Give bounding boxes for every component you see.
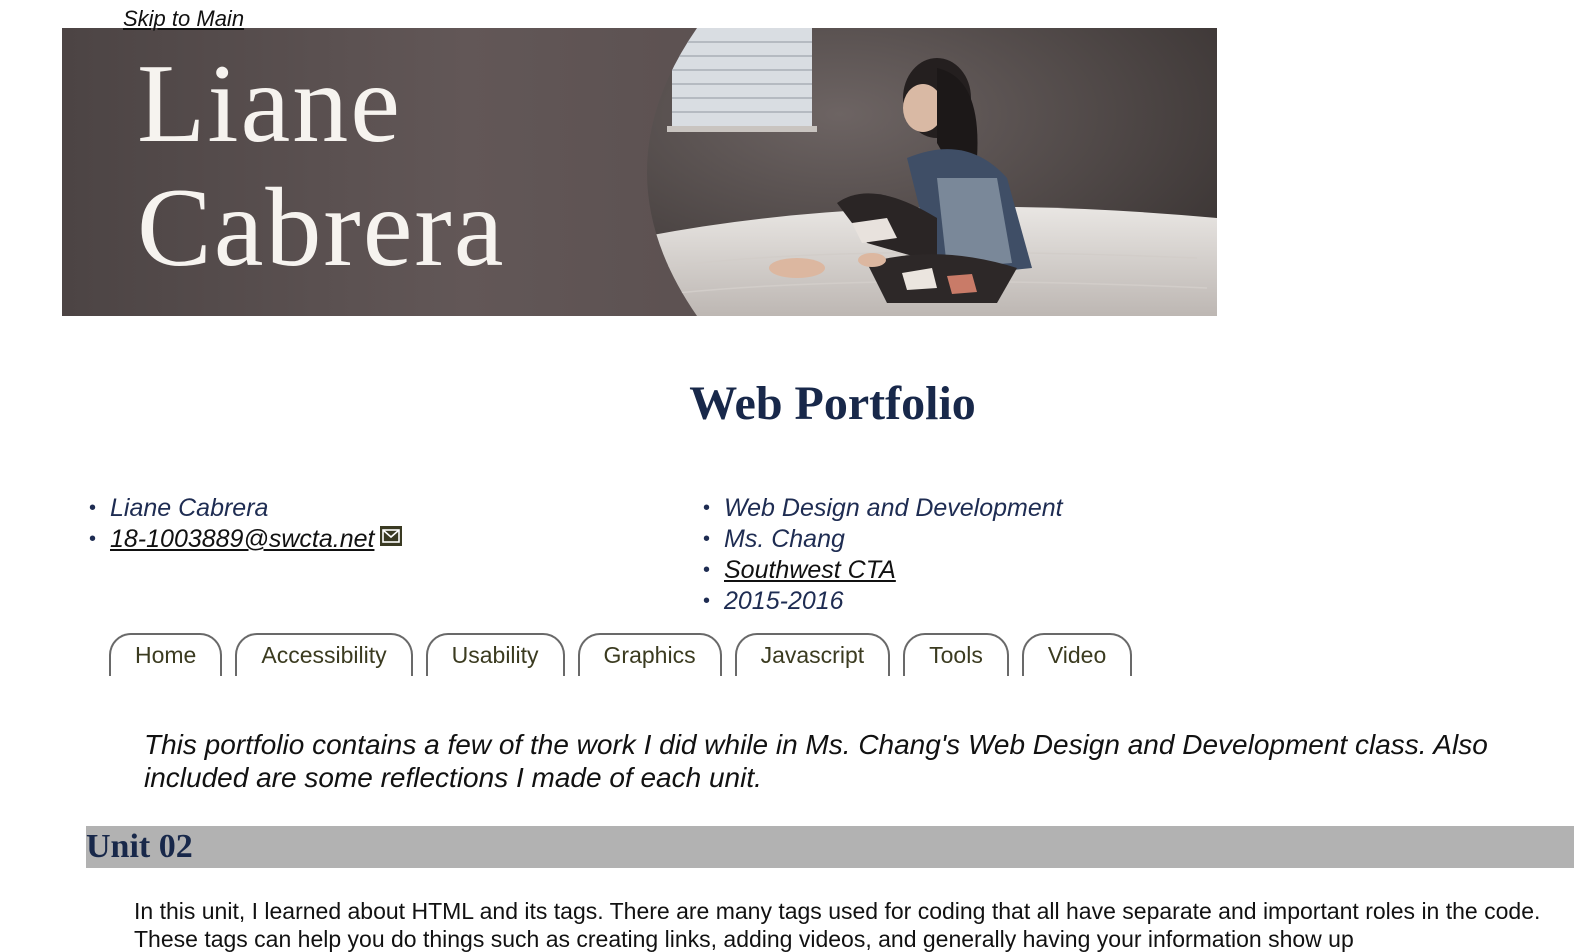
student-email: 18-1003889@swcta.net: [89, 524, 403, 555]
student-name-text: Liane Cabrera: [110, 494, 269, 522]
nav-tab-tools[interactable]: Tools: [903, 633, 1009, 676]
email-link[interactable]: 18-1003889@swcta.net: [110, 525, 374, 553]
course-name: Web Design and Development: [703, 493, 1063, 524]
teacher-name: Ms. Chang: [703, 524, 1063, 555]
school-name: Southwest CTA: [703, 555, 1063, 586]
course-info-list: Web Design and Development Ms. Chang Sou…: [703, 493, 1063, 617]
nav-tab-graphics[interactable]: Graphics: [577, 633, 722, 676]
unit-description: In this unit, I learned about HTML and i…: [134, 898, 1541, 952]
window: [672, 28, 812, 130]
school-year-text: 2015-2016: [724, 587, 844, 615]
unit-heading: Unit 02: [86, 826, 1574, 868]
envelope-icon: [380, 526, 403, 547]
student-name: Liane Cabrera: [89, 493, 402, 524]
header-banner: Liane Cabrera: [62, 28, 1217, 316]
banner-name: Liane Cabrera: [137, 42, 505, 290]
nav-tab-usability[interactable]: Usability: [425, 633, 565, 676]
main-nav: Home Accessibility Usability Graphics Ja…: [109, 633, 1133, 676]
course-name-text: Web Design and Development: [724, 494, 1063, 522]
banner-last-name: Cabrera: [137, 166, 506, 290]
nav-tab-javascript[interactable]: Javascript: [734, 633, 891, 676]
school-link[interactable]: Southwest CTA: [724, 556, 896, 584]
feet: [769, 258, 825, 278]
intro-text: This portfolio contains a few of the wor…: [144, 729, 1488, 793]
nav-tab-accessibility[interactable]: Accessibility: [235, 633, 413, 676]
banner-first-name: Liane: [137, 42, 402, 166]
student-info-list: Liane Cabrera 18-1003889@swcta.net: [89, 493, 403, 555]
school-year: 2015-2016: [703, 586, 1063, 617]
banner-photo: [647, 28, 1217, 316]
teacher-name-text: Ms. Chang: [724, 525, 845, 553]
nav-tab-video[interactable]: Video: [1021, 633, 1133, 676]
nav-tab-home[interactable]: Home: [109, 633, 223, 676]
portfolio-page: Skip to Main Liane Cabrera Web Portfolio…: [0, 0, 1595, 952]
skip-to-main-link[interactable]: Skip to Main: [123, 6, 244, 32]
page-title: Web Portfolio: [689, 377, 976, 430]
